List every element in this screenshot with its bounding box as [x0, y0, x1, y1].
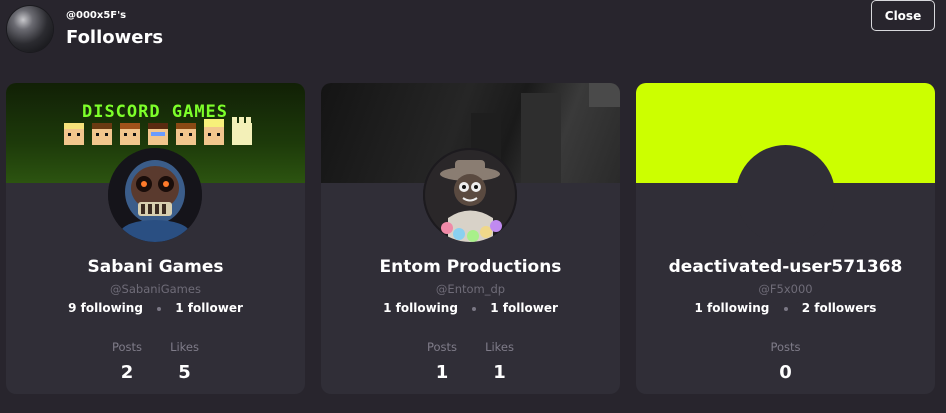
stat-label: Posts: [112, 340, 143, 354]
follower-card[interactable]: deactivated-user571368 @F5x000 1 followi…: [636, 83, 935, 394]
stat-likes: Likes 1: [485, 340, 514, 383]
display-name[interactable]: Sabani Games: [6, 257, 305, 277]
username-handle: @Entom_dp: [435, 282, 506, 296]
close-button[interactable]: Close: [871, 0, 935, 31]
stat-label: Posts: [427, 340, 458, 354]
stat-value: 0: [779, 362, 792, 383]
avatar[interactable]: [423, 148, 517, 242]
stat-value: 1: [435, 362, 449, 383]
follow-counts: 1 following 2 followers: [636, 301, 935, 315]
follow-counts: 9 following 1 follower: [6, 301, 305, 315]
stat-likes: Likes 5: [170, 340, 199, 383]
profile-stats: Posts 1 Likes 1: [321, 340, 620, 383]
separator-dot: [783, 306, 788, 311]
stat-posts: Posts 2: [112, 340, 142, 383]
stat-value: 1: [493, 362, 506, 383]
display-name[interactable]: Entom Productions: [321, 257, 620, 277]
follower-count[interactable]: 1 follower: [175, 301, 243, 315]
animatronic-avatar-image: [108, 148, 202, 242]
stat-label: Likes: [170, 340, 199, 354]
follow-counts: 1 following 1 follower: [321, 301, 620, 315]
follower-card[interactable]: Entom Productions @Entom_dp 1 following …: [321, 83, 620, 394]
profile-stats: Posts 0: [636, 340, 935, 383]
header: @000x5F's Followers Close: [0, 0, 946, 70]
stat-label: Likes: [485, 340, 514, 354]
separator-dot: [472, 306, 477, 311]
detective-avatar-image: [423, 148, 517, 242]
display-name[interactable]: deactivated-user571368: [636, 257, 935, 277]
follower-count[interactable]: 1 follower: [490, 301, 558, 315]
profile-stats: Posts 2 Likes 5: [6, 340, 305, 383]
follower-card[interactable]: DISCORD GAMES Sabani Games @SabaniGames …: [6, 83, 305, 394]
owner-avatar[interactable]: [7, 6, 53, 52]
avatar[interactable]: [108, 148, 202, 242]
username-handle: @SabaniGames: [110, 282, 201, 296]
separator-dot: [157, 306, 162, 311]
follower-count[interactable]: 2 followers: [802, 301, 877, 315]
page-title: Followers: [66, 27, 164, 48]
following-count[interactable]: 1 following: [695, 301, 770, 315]
avatar-placeholder[interactable]: [736, 145, 835, 244]
stat-posts: Posts 0: [770, 340, 800, 383]
followers-dialog: @000x5F's Followers Close DISCORD GAMES: [0, 0, 946, 413]
stat-value: 5: [178, 362, 191, 383]
username-handle: @F5x000: [758, 282, 813, 296]
following-count[interactable]: 1 following: [383, 301, 458, 315]
following-count[interactable]: 9 following: [68, 301, 143, 315]
owner-handle: @000x5F's: [66, 10, 127, 21]
stat-label: Posts: [770, 340, 801, 354]
stat-posts: Posts 1: [427, 340, 457, 383]
stat-value: 2: [120, 362, 134, 383]
